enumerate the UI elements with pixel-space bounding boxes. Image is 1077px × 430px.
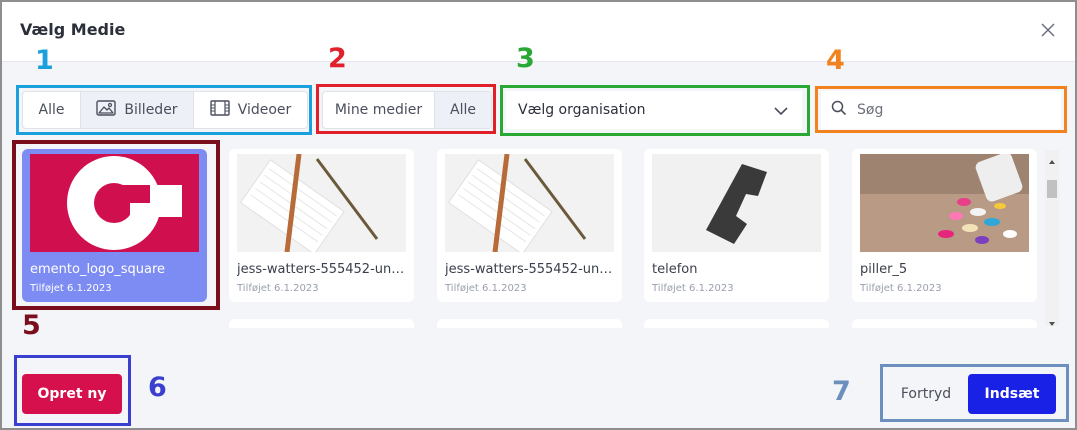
media-thumbnail [445, 154, 614, 252]
media-name: emento_logo_square [30, 262, 166, 277]
scroll-up-icon[interactable] [1047, 152, 1057, 164]
search-input[interactable] [857, 102, 1047, 118]
media-card[interactable]: telefon Tilføjet 6.1.2023 [644, 149, 829, 302]
annotation-number: 1 [35, 45, 54, 76]
filter-all-button[interactable]: Alle [23, 92, 81, 128]
filter-mine-label: Mine medier [334, 102, 423, 118]
search-icon [831, 100, 847, 120]
media-name: jess-watters-555452-unsplash [445, 262, 617, 277]
close-icon[interactable] [1040, 22, 1060, 42]
owner-filter: Mine medier Alle [322, 91, 492, 129]
media-card[interactable] [229, 319, 414, 328]
media-date: Tilføjet 6.1.2023 [652, 283, 734, 294]
media-card[interactable] [644, 319, 829, 328]
media-name: telefon [652, 262, 698, 277]
annotation-number: 2 [328, 43, 347, 74]
filter-images-label: Billeder [124, 102, 178, 118]
media-scrollbar[interactable] [1045, 150, 1059, 326]
media-thumbnail [30, 154, 199, 252]
media-date: Tilføjet 6.1.2023 [445, 283, 527, 294]
media-thumbnail [860, 154, 1029, 252]
dialog-title: Vælg Medie [20, 20, 126, 39]
annotation-number: 3 [516, 43, 535, 74]
annotation-number: 6 [148, 372, 167, 403]
organisation-select[interactable]: Vælg organisation [506, 91, 802, 129]
media-dialog: Vælg Medie Alle Billeder Videoer Mine me… [0, 0, 1077, 430]
annotation-number: 7 [832, 376, 851, 407]
scroll-down-icon[interactable] [1047, 314, 1057, 326]
media-card[interactable] [852, 319, 1037, 328]
film-icon [210, 100, 230, 120]
media-card[interactable]: emento_logo_square Tilføjet 6.1.2023 [22, 149, 207, 302]
chevron-down-icon [774, 104, 788, 120]
image-icon [96, 100, 117, 120]
filter-images-button[interactable]: Billeder [81, 92, 194, 128]
scrollbar-thumb[interactable] [1047, 180, 1057, 198]
media-date: Tilføjet 6.1.2023 [237, 283, 319, 294]
create-new-button[interactable]: Opret ny [22, 374, 122, 414]
media-card[interactable] [437, 319, 622, 328]
media-date: Tilføjet 6.1.2023 [860, 283, 942, 294]
dialog-header: Vælg Medie [2, 2, 1075, 62]
filter-owner-all-label: Alle [450, 102, 476, 118]
filter-all-label: Alle [38, 102, 65, 118]
media-thumbnail [237, 154, 406, 252]
filter-mine-button[interactable]: Mine medier [323, 92, 435, 128]
insert-button[interactable]: Indsæt [968, 374, 1056, 414]
media-grid: emento_logo_square Tilføjet 6.1.2023 jes… [2, 143, 1042, 328]
media-thumbnail [652, 154, 821, 252]
media-name: jess-watters-555452-unsplash [237, 262, 409, 277]
media-card[interactable]: jess-watters-555452-unsplash Tilføjet 6.… [437, 149, 622, 302]
media-card[interactable]: piller_5 Tilføjet 6.1.2023 [852, 149, 1037, 302]
search-box [821, 91, 1061, 129]
media-type-filter: Alle Billeder Videoer [22, 91, 308, 129]
media-card[interactable]: jess-watters-555452-unsplash Tilføjet 6.… [229, 149, 414, 302]
filter-videos-label: Videoer [237, 102, 292, 118]
media-date: Tilføjet 6.1.2023 [30, 283, 112, 294]
annotation-number: 5 [22, 310, 41, 341]
cancel-button[interactable]: Fortryd [890, 374, 962, 414]
filter-videos-button[interactable]: Videoer [194, 92, 307, 128]
organisation-select-value: Vælg organisation [518, 102, 646, 118]
filter-owner-all-button[interactable]: Alle [435, 92, 491, 128]
media-name: piller_5 [860, 262, 908, 277]
annotation-number: 4 [826, 45, 845, 76]
